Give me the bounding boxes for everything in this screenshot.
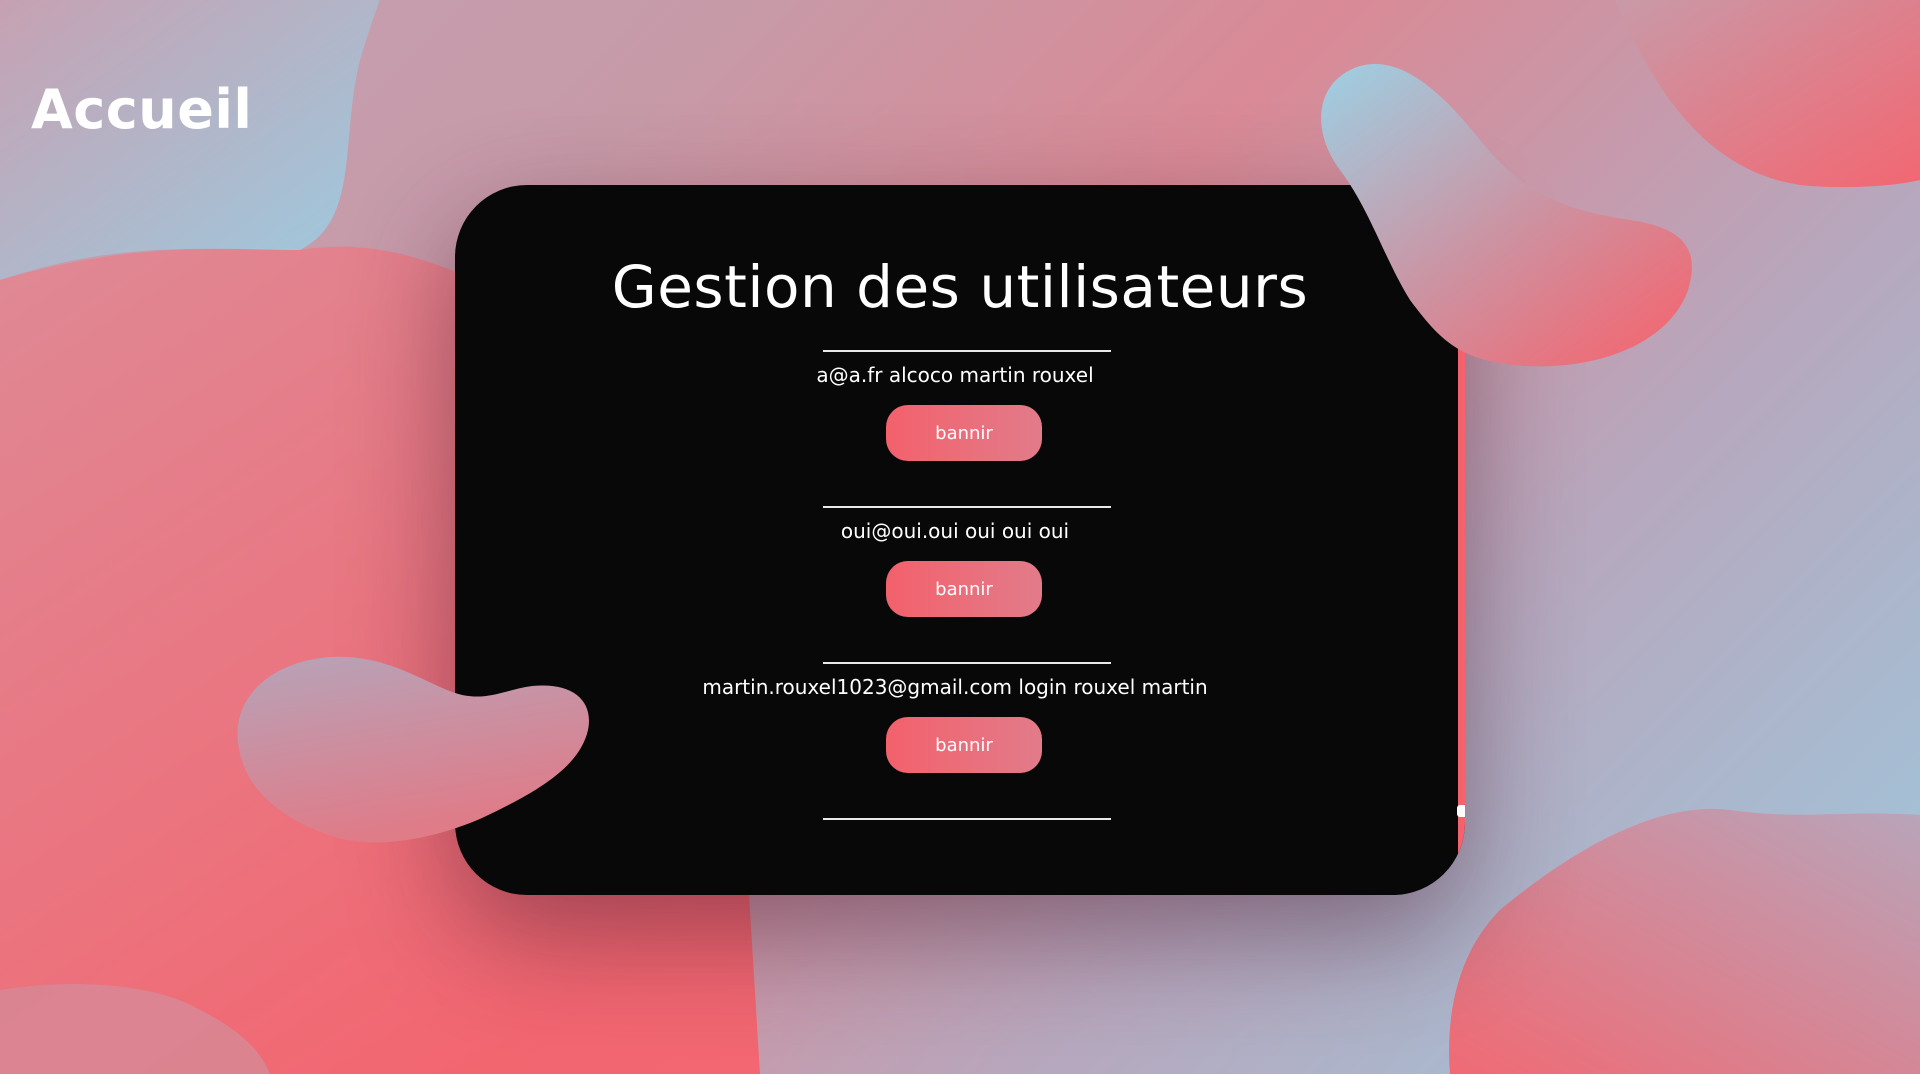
divider xyxy=(823,662,1111,664)
divider xyxy=(823,506,1111,508)
user-entry-label: martin.rouxel1023@gmail.com login rouxel… xyxy=(702,675,1208,699)
blob-top-right xyxy=(1321,63,1692,367)
scrollbar-end xyxy=(1457,805,1465,817)
ban-button[interactable]: bannir xyxy=(886,561,1042,617)
home-link[interactable]: Accueil xyxy=(31,78,252,141)
ban-button[interactable]: bannir xyxy=(886,717,1042,773)
bottom-right-wave xyxy=(1449,808,1920,1074)
user-list[interactable]: a@a.fr alcoco martin rouxel bannir oui@o… xyxy=(455,350,1465,840)
divider xyxy=(823,818,1111,820)
user-entry-label: oui@oui.oui oui oui oui xyxy=(840,519,1070,543)
blob-bottom-left xyxy=(237,656,589,843)
ban-button[interactable]: bannir xyxy=(886,405,1042,461)
divider xyxy=(823,350,1111,352)
